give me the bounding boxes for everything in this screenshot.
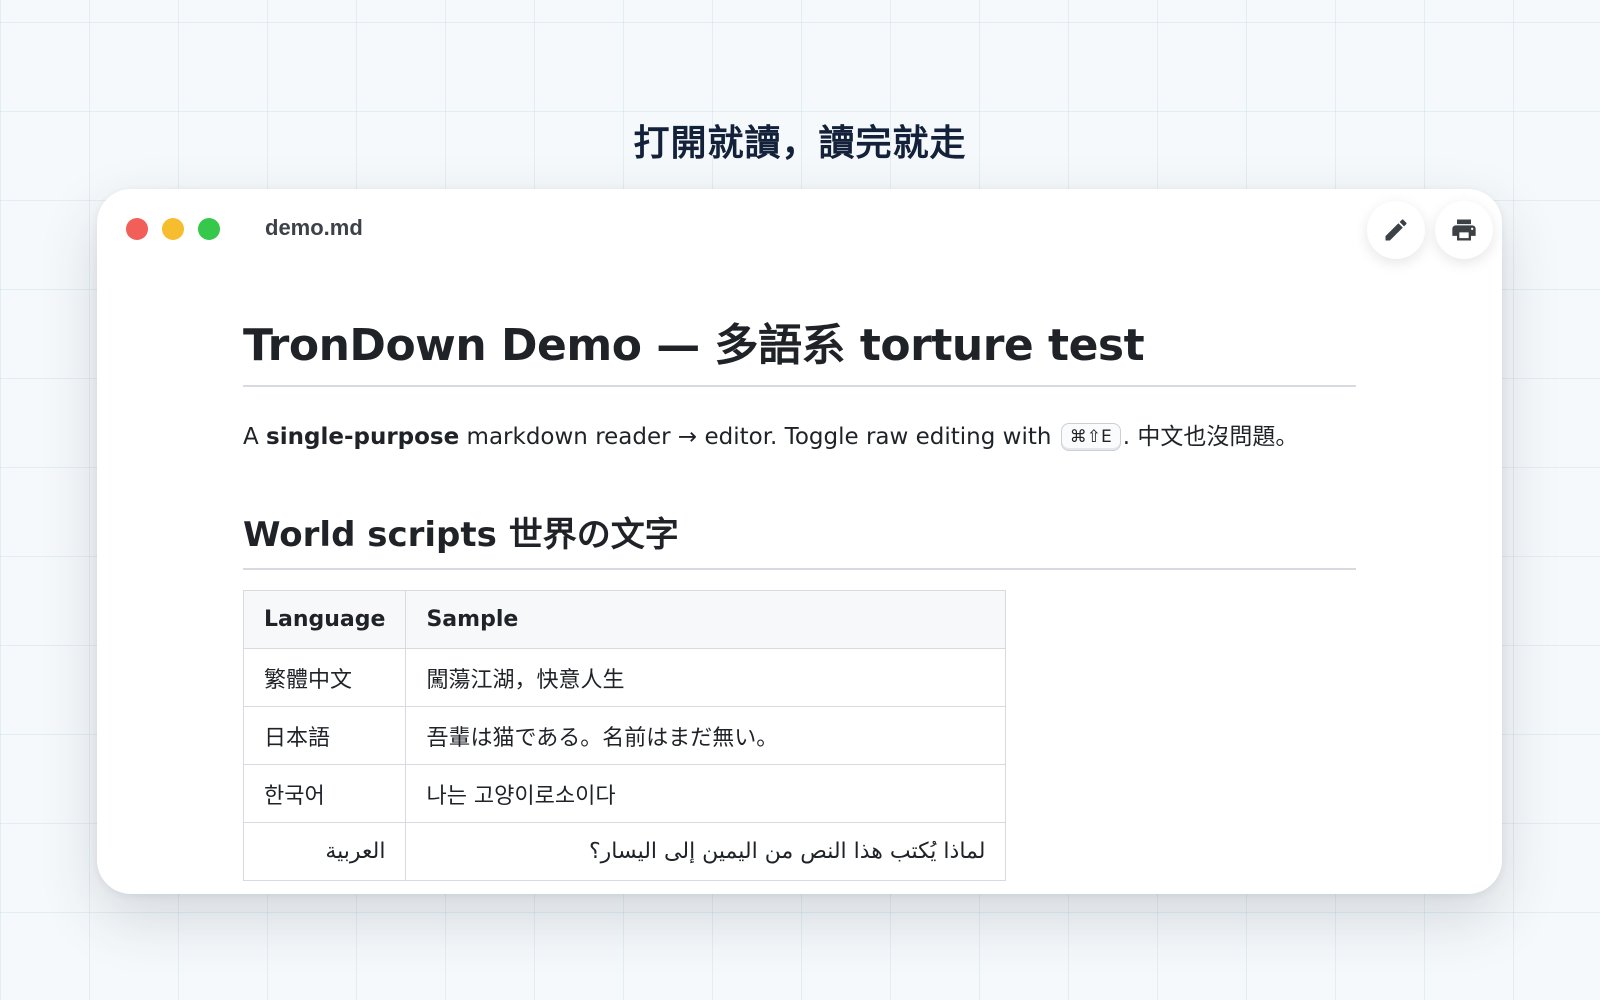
minimize-window-button[interactable]	[162, 218, 184, 240]
title-bar: demo.md	[97, 189, 1502, 267]
language-cell: العربية	[242, 822, 407, 881]
sample-cell: لماذا يُكتب هذا النص من اليمين إلى اليسا…	[405, 822, 1007, 881]
column-header-sample: Sample	[405, 590, 1007, 649]
scripts-table: Language Sample 繁體中文 闖蕩江湖，快意人生 日本語 吾輩は猫で…	[242, 590, 1007, 881]
language-cell: 繁體中文	[242, 648, 407, 707]
sample-cell: 나는 고양이로소이다	[405, 764, 1007, 823]
table-header-row: Language Sample	[242, 590, 1007, 649]
document-title: TronDown Demo — 多語系 torture test	[243, 309, 1356, 387]
edit-button[interactable]	[1367, 201, 1425, 259]
window-filename: demo.md	[265, 215, 363, 240]
sample-cell: 吾輩は猫である。名前はまだ無い。	[405, 706, 1007, 765]
table-row: 繁體中文 闖蕩江湖，快意人生	[242, 648, 1007, 707]
keyboard-shortcut: ⌘⇧E	[1060, 423, 1121, 451]
table-row: 한국어 나는 고양이로소이다	[242, 764, 1007, 823]
column-header-language: Language	[242, 590, 407, 649]
table-row: 日本語 吾輩は猫である。名前はまだ無い。	[242, 706, 1007, 765]
section-heading: World scripts 世界の文字	[243, 507, 1356, 570]
lead-bold-text: single-purpose	[266, 424, 460, 450]
pencil-icon	[1382, 216, 1410, 244]
lead-suffix: . 中文也沒問題。	[1122, 424, 1299, 450]
table-row: العربية لماذا يُكتب هذا النص من اليمين إ…	[242, 822, 1007, 881]
lead-paragraph: A single-purpose markdown reader → edito…	[243, 417, 1356, 451]
app-window: demo.md TronDown Demo — 多語系 torture test…	[97, 189, 1502, 894]
tagline: 打開就讀，讀完就走	[633, 123, 967, 164]
language-cell: 日本語	[242, 706, 407, 765]
sample-cell: 闖蕩江湖，快意人生	[405, 648, 1007, 707]
lead-prefix: A	[243, 424, 267, 450]
close-window-button[interactable]	[126, 218, 148, 240]
printer-icon	[1450, 216, 1478, 244]
language-cell: 한국어	[242, 764, 407, 823]
print-button[interactable]	[1435, 201, 1493, 259]
lead-middle: markdown reader → editor. Toggle raw edi…	[459, 424, 1059, 450]
document-body: TronDown Demo — 多語系 torture test A singl…	[242, 309, 1356, 881]
zoom-window-button[interactable]	[198, 218, 220, 240]
